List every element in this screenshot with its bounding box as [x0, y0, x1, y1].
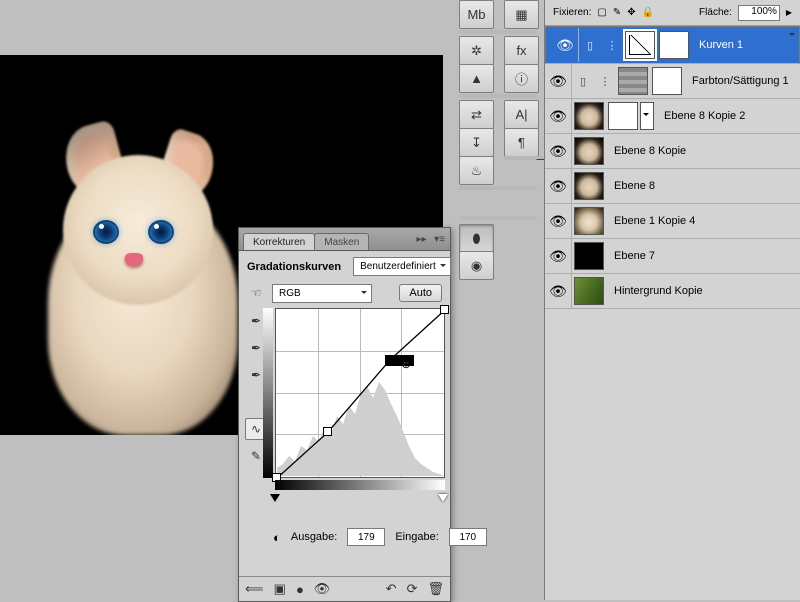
- visibility-toggle[interactable]: 👁: [552, 28, 579, 62]
- fill-arrow-icon[interactable]: ▶: [786, 8, 792, 17]
- lock-paint-icon[interactable]: ✎: [613, 7, 621, 18]
- tool-button-4[interactable]: ▲: [459, 64, 494, 93]
- link-icon[interactable]: ▯: [572, 75, 594, 88]
- tool-button-0[interactable]: Mb: [459, 0, 494, 29]
- lock-trans-icon[interactable]: ▢: [597, 7, 606, 18]
- channel-select[interactable]: RGB: [272, 284, 372, 303]
- tab-masken[interactable]: Masken: [314, 233, 369, 250]
- layer-thumb[interactable]: [618, 67, 648, 95]
- output-gradient: [263, 308, 273, 478]
- tool-button-13[interactable]: ◉: [459, 251, 494, 280]
- layer-row[interactable]: 👁 Ebene 8 Kopie: [545, 134, 800, 169]
- output-field[interactable]: [347, 528, 385, 546]
- trash-icon[interactable]: 🗑: [427, 581, 444, 597]
- auto-button[interactable]: Auto: [399, 284, 442, 302]
- layer-row[interactable]: 👁▯⋮ Kurven 1: [545, 26, 800, 64]
- layer-name[interactable]: Farbton/Sättigung 1: [692, 75, 789, 87]
- layer-name[interactable]: Ebene 8: [614, 180, 655, 192]
- layer-name[interactable]: Ebene 1 Kopie 4: [614, 215, 695, 227]
- curve-point-1[interactable]: [323, 427, 332, 436]
- visibility-icon[interactable]: 👁: [314, 581, 331, 597]
- layer-row[interactable]: 👁 Ebene 8: [545, 169, 800, 204]
- toolbar-separator: [459, 186, 537, 190]
- layer-row[interactable]: 👁 Ebene 8 Kopie 2: [545, 99, 800, 134]
- layer-thumb[interactable]: [574, 137, 604, 165]
- input-label: Eingabe:: [395, 531, 438, 543]
- chain-icon[interactable]: ⋮: [594, 75, 616, 88]
- reset-icon[interactable]: ⟳: [407, 581, 418, 597]
- layer-thumb[interactable]: [625, 31, 655, 59]
- tab-korrekturen[interactable]: Korrekturen: [243, 233, 315, 250]
- options-toolbar: Mb▦✲fx▲ⓘ⇄A|↧¶♨—⬮◉: [453, 0, 541, 285]
- input-field[interactable]: [449, 528, 487, 546]
- visibility-toggle[interactable]: 👁: [545, 169, 572, 203]
- return-icon[interactable]: ⟸: [245, 581, 264, 597]
- tool-button-10[interactable]: ♨: [459, 156, 494, 185]
- tool-button-1[interactable]: ▦: [504, 0, 539, 29]
- layer-thumb[interactable]: [574, 277, 604, 305]
- visibility-toggle[interactable]: 👁: [545, 274, 572, 308]
- link-icon[interactable]: ▯: [579, 39, 601, 52]
- layer-name[interactable]: Ebene 8 Kopie 2: [664, 110, 745, 122]
- layer-name[interactable]: Kurven 1: [699, 39, 743, 51]
- toolbar-separator: [459, 30, 537, 34]
- tool-button-5[interactable]: ⓘ: [504, 64, 539, 93]
- expand-icon[interactable]: ▣: [274, 581, 286, 597]
- auto-bw-icon[interactable]: ◐: [273, 530, 281, 545]
- tool-button-12[interactable]: ⬮: [459, 224, 494, 253]
- layer-mask[interactable]: [608, 102, 638, 130]
- toolbar-separator: [459, 94, 537, 98]
- layer-thumb[interactable]: [574, 242, 604, 270]
- lock-move-icon[interactable]: ✥: [627, 7, 635, 18]
- fill-field[interactable]: 100%: [738, 5, 780, 21]
- output-label: Ausgabe:: [291, 531, 337, 543]
- curves-panel: Korrekturen Masken ▸▸ ▾≡ Gradationskurve…: [238, 227, 451, 602]
- layer-row[interactable]: 👁 Ebene 1 Kopie 4: [545, 204, 800, 239]
- visibility-toggle[interactable]: 👁: [545, 99, 572, 133]
- input-gradient: [275, 480, 445, 490]
- tool-button-2[interactable]: ✲: [459, 36, 494, 65]
- layers-panel: Fixieren: ▢ ✎ ✥ 🔒 Fläche: 100% ▶ 👁▯⋮Kurv…: [544, 0, 800, 600]
- visibility-toggle[interactable]: 👁: [545, 64, 572, 98]
- tool-button-9[interactable]: ¶: [504, 128, 539, 157]
- layer-thumb[interactable]: [574, 102, 604, 130]
- tool-button-7[interactable]: A|: [504, 100, 539, 129]
- blend-dropdown[interactable]: [640, 102, 654, 130]
- layer-mask[interactable]: [652, 67, 682, 95]
- input-slider[interactable]: [275, 494, 445, 506]
- curve-grid[interactable]: ⊕: [275, 308, 445, 478]
- clip-icon[interactable]: ●: [296, 582, 304, 597]
- tool-button-8[interactable]: ↧: [459, 128, 494, 157]
- preset-select[interactable]: Benutzerdefiniert: [353, 257, 451, 276]
- layer-mask[interactable]: [659, 31, 689, 59]
- layer-name[interactable]: Ebene 7: [614, 250, 655, 262]
- lock-all-icon[interactable]: 🔒: [642, 7, 654, 18]
- panel-title: Gradationskurven: [247, 261, 341, 273]
- layer-row[interactable]: 👁 Ebene 7: [545, 239, 800, 274]
- tool-button-6[interactable]: ⇄: [459, 100, 494, 129]
- finger-tool-icon[interactable]: ☜: [245, 282, 267, 304]
- tool-button-3[interactable]: fx: [504, 36, 539, 65]
- curve-line: [276, 309, 446, 479]
- visibility-toggle[interactable]: 👁: [545, 134, 572, 168]
- visibility-toggle[interactable]: 👁: [545, 204, 572, 238]
- toolbar-separator: [459, 216, 537, 220]
- crosshair-icon: ⊕: [401, 357, 411, 371]
- layer-row[interactable]: 👁▯⋮ Farbton/Sättigung 1: [545, 64, 800, 99]
- curve-point-3[interactable]: [440, 305, 449, 314]
- panel-footer: ⟸ ▣ ● 👁 ↶ ⟳ 🗑: [239, 576, 450, 601]
- panel-menu-icon[interactable]: ▾≡: [432, 232, 447, 247]
- layer-name[interactable]: Ebene 8 Kopie: [614, 145, 686, 157]
- chain-icon[interactable]: ⋮: [601, 39, 623, 52]
- visibility-toggle[interactable]: 👁: [545, 239, 572, 273]
- layer-row[interactable]: 👁 Hintergrund Kopie: [545, 274, 800, 309]
- layer-thumb[interactable]: [574, 172, 604, 200]
- fill-label: Fläche:: [699, 7, 732, 18]
- lock-label: Fixieren:: [553, 7, 591, 18]
- prev-icon[interactable]: ↶: [386, 581, 397, 597]
- layer-thumb[interactable]: [574, 207, 604, 235]
- layer-name[interactable]: Hintergrund Kopie: [614, 285, 703, 297]
- collapse-icon[interactable]: ▸▸: [414, 232, 429, 247]
